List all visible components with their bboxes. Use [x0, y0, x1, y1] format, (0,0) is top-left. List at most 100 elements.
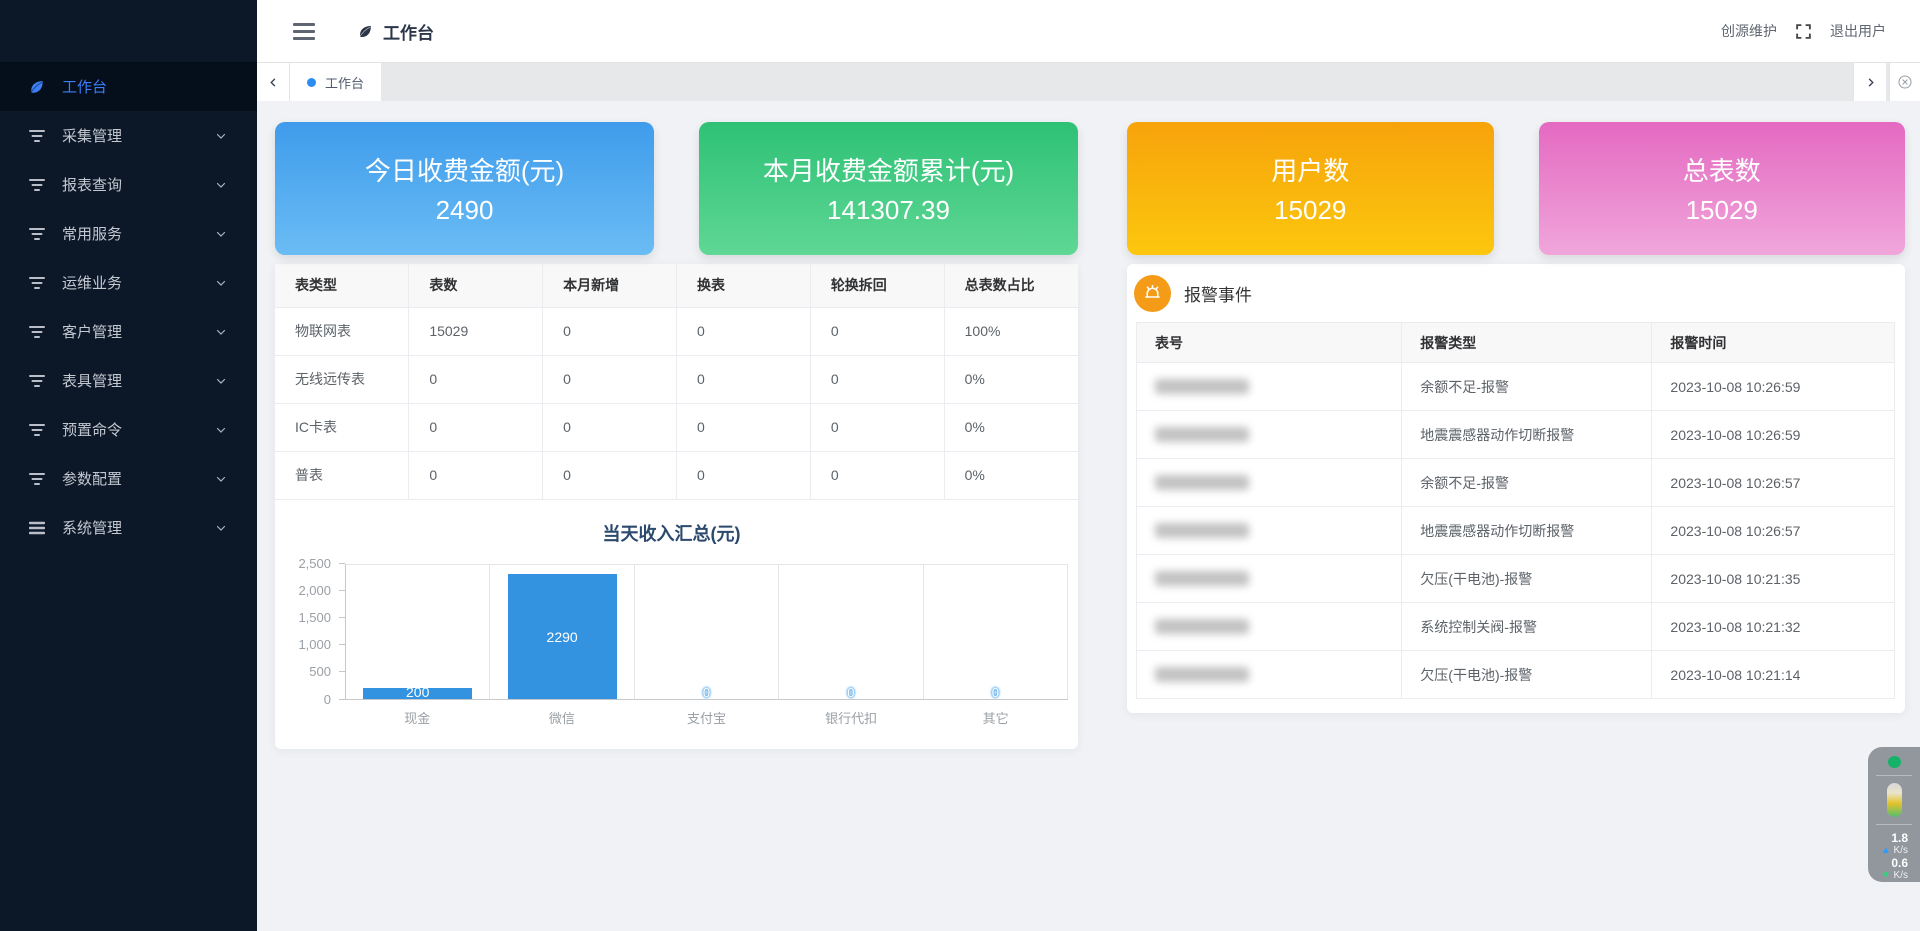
meter-table-cell: 0 — [409, 355, 543, 403]
meter-no-redacted — [1137, 411, 1402, 459]
tab-workbench[interactable]: 工作台 — [290, 63, 381, 101]
table-row: IC卡表00000% — [275, 403, 1078, 451]
menu-icon — [28, 519, 46, 537]
logout-link[interactable]: 退出用户 — [1830, 21, 1886, 41]
sidebar-item-label: 客户管理 — [62, 321, 122, 342]
maintainer-link[interactable]: 创源维护 — [1721, 21, 1777, 41]
meter-type-table: 表类型表数本月新增换表轮换拆回总表数占比 物联网表15029000100%无线远… — [275, 264, 1078, 500]
tab-options-close-icon[interactable] — [1889, 63, 1920, 101]
alarm-type-cell: 地震震感器动作切断报警 — [1402, 411, 1652, 459]
alarm-time-cell: 2023-10-08 10:26:57 — [1652, 507, 1895, 555]
alarm-events-panel: 报警事件 表号报警类型报警时间 余额不足-报警2023-10-08 10:26:… — [1127, 264, 1905, 713]
sidebar-item-预置命令[interactable]: 预置命令 — [0, 405, 257, 454]
meter-table-cell: 0 — [543, 307, 677, 355]
chart-plot-area: 2002290000 — [345, 564, 1068, 700]
arrow-down-icon: ▼ — [1881, 870, 1891, 881]
left-column: 今日收费金额(元)2490本月收费金额累计(元)141307.39 表类型表数本… — [275, 122, 1078, 931]
alarm-type-cell: 欠压(干电池)-报警 — [1402, 555, 1652, 603]
y-tick-label: 1,000 — [298, 637, 331, 652]
header-actions: 创源维护 退出用户 — [1721, 21, 1886, 41]
sidebar-item-表具管理[interactable]: 表具管理 — [0, 356, 257, 405]
chevron-down-icon — [215, 130, 227, 142]
bar-value-label: 2290 — [490, 629, 633, 645]
sidebar-item-label: 预置命令 — [62, 419, 122, 440]
chevron-down-icon — [215, 228, 227, 240]
net-speed-widget[interactable]: 1.8 ▲ K/s 0.6 ▼ K/s — [1868, 747, 1920, 882]
sidebar-menu: 工作台采集管理报表查询常用服务运维业务客户管理表具管理预置命令参数配置系统管理 — [0, 62, 257, 552]
meter-table-cell: 0 — [543, 355, 677, 403]
meter-table-cell: 0 — [810, 451, 944, 499]
app-root: 工作台采集管理报表查询常用服务运维业务客户管理表具管理预置命令参数配置系统管理 … — [0, 0, 1920, 931]
x-category-label: 微信 — [490, 708, 635, 727]
meter-table-header: 总表数占比 — [944, 264, 1078, 307]
table-row: 物联网表15029000100% — [275, 307, 1078, 355]
alarm-time-cell: 2023-10-08 10:21:32 — [1652, 603, 1895, 651]
stat-cards-left: 今日收费金额(元)2490本月收费金额累计(元)141307.39 — [275, 122, 1078, 255]
table-row: 余额不足-报警2023-10-08 10:26:59 — [1137, 363, 1895, 411]
fullscreen-icon[interactable] — [1795, 23, 1812, 40]
meter-table-cell: 15029 — [409, 307, 543, 355]
alarm-type-cell: 余额不足-报警 — [1402, 363, 1652, 411]
main-area: 工作台 创源维护 退出用户 工作台 — [257, 0, 1920, 931]
meter-table-header: 轮换拆回 — [810, 264, 944, 307]
sidebar-item-工作台[interactable]: 工作台 — [0, 62, 257, 111]
dashboard-content: 今日收费金额(元)2490本月收费金额累计(元)141307.39 表类型表数本… — [257, 101, 1920, 931]
sidebar-item-运维业务[interactable]: 运维业务 — [0, 258, 257, 307]
meter-table-cell: 0 — [810, 403, 944, 451]
alarm-type-cell: 欠压(干电池)-报警 — [1402, 651, 1652, 699]
meter-table-cell: IC卡表 — [275, 403, 409, 451]
tab-scroll-right-icon[interactable] — [1853, 63, 1886, 101]
meter-no-redacted — [1137, 459, 1402, 507]
chevron-down-icon — [215, 473, 227, 485]
meter-table-cell: 普表 — [275, 451, 409, 499]
chart-bar-slot: 200 — [346, 564, 490, 699]
sidebar-item-报表查询[interactable]: 报表查询 — [0, 160, 257, 209]
sidebar-item-参数配置[interactable]: 参数配置 — [0, 454, 257, 503]
meter-table-cell: 0 — [810, 307, 944, 355]
alarm-events-table: 表号报警类型报警时间 余额不足-报警2023-10-08 10:26:59地震震… — [1136, 322, 1895, 699]
sidebar-item-系统管理[interactable]: 系统管理 — [0, 503, 257, 552]
filter-icon — [28, 127, 46, 145]
redacted-blur — [1155, 427, 1249, 442]
table-row: 地震震感器动作切断报警2023-10-08 10:26:57 — [1137, 507, 1895, 555]
filter-icon — [28, 372, 46, 390]
stat-card-value: 15029 — [1686, 195, 1758, 226]
chevron-down-icon — [215, 179, 227, 191]
meter-table-cell: 0 — [409, 403, 543, 451]
stat-card-title: 总表数 — [1683, 151, 1761, 188]
stat-card: 用户数15029 — [1127, 122, 1494, 255]
sidebar-item-label: 常用服务 — [62, 223, 122, 244]
meter-table-header: 换表 — [676, 264, 810, 307]
meter-table-header: 表数 — [409, 264, 543, 307]
sidebar-item-采集管理[interactable]: 采集管理 — [0, 111, 257, 160]
sidebar-item-label: 采集管理 — [62, 125, 122, 146]
tab-active-dot — [307, 78, 316, 87]
alarm-table-header: 报警类型 — [1402, 323, 1652, 363]
stat-card-title: 用户数 — [1271, 151, 1349, 188]
meter-table-cell: 0 — [676, 307, 810, 355]
y-tick-label: 500 — [309, 664, 331, 679]
filter-icon — [28, 176, 46, 194]
alarm-panel-header: 报警事件 — [1127, 264, 1905, 322]
leaf-icon — [357, 23, 374, 40]
stat-card-value: 2490 — [436, 195, 494, 226]
sidebar-item-常用服务[interactable]: 常用服务 — [0, 209, 257, 258]
chart-y-axis: 05001,0001,5002,0002,500 — [287, 564, 345, 700]
table-row: 欠压(干电池)-报警2023-10-08 10:21:35 — [1137, 555, 1895, 603]
redacted-blur — [1155, 523, 1249, 538]
alarm-time-cell: 2023-10-08 10:26:59 — [1652, 411, 1895, 459]
sidebar-item-label: 参数配置 — [62, 468, 122, 489]
meter-no-redacted — [1137, 651, 1402, 699]
chart-bar-slot: 0 — [924, 564, 1068, 699]
tab-scroll-left-icon[interactable] — [257, 63, 290, 101]
stat-card-title: 今日收费金额(元) — [365, 151, 564, 188]
redacted-blur — [1155, 475, 1249, 490]
sidebar-item-客户管理[interactable]: 客户管理 — [0, 307, 257, 356]
chevron-down-icon — [215, 522, 227, 534]
meter-table-cell: 0 — [676, 403, 810, 451]
hamburger-icon[interactable] — [293, 23, 315, 40]
meter-no-redacted — [1137, 363, 1402, 411]
meter-table-cell: 无线远传表 — [275, 355, 409, 403]
table-row: 无线远传表00000% — [275, 355, 1078, 403]
stat-card-value: 141307.39 — [827, 195, 950, 226]
